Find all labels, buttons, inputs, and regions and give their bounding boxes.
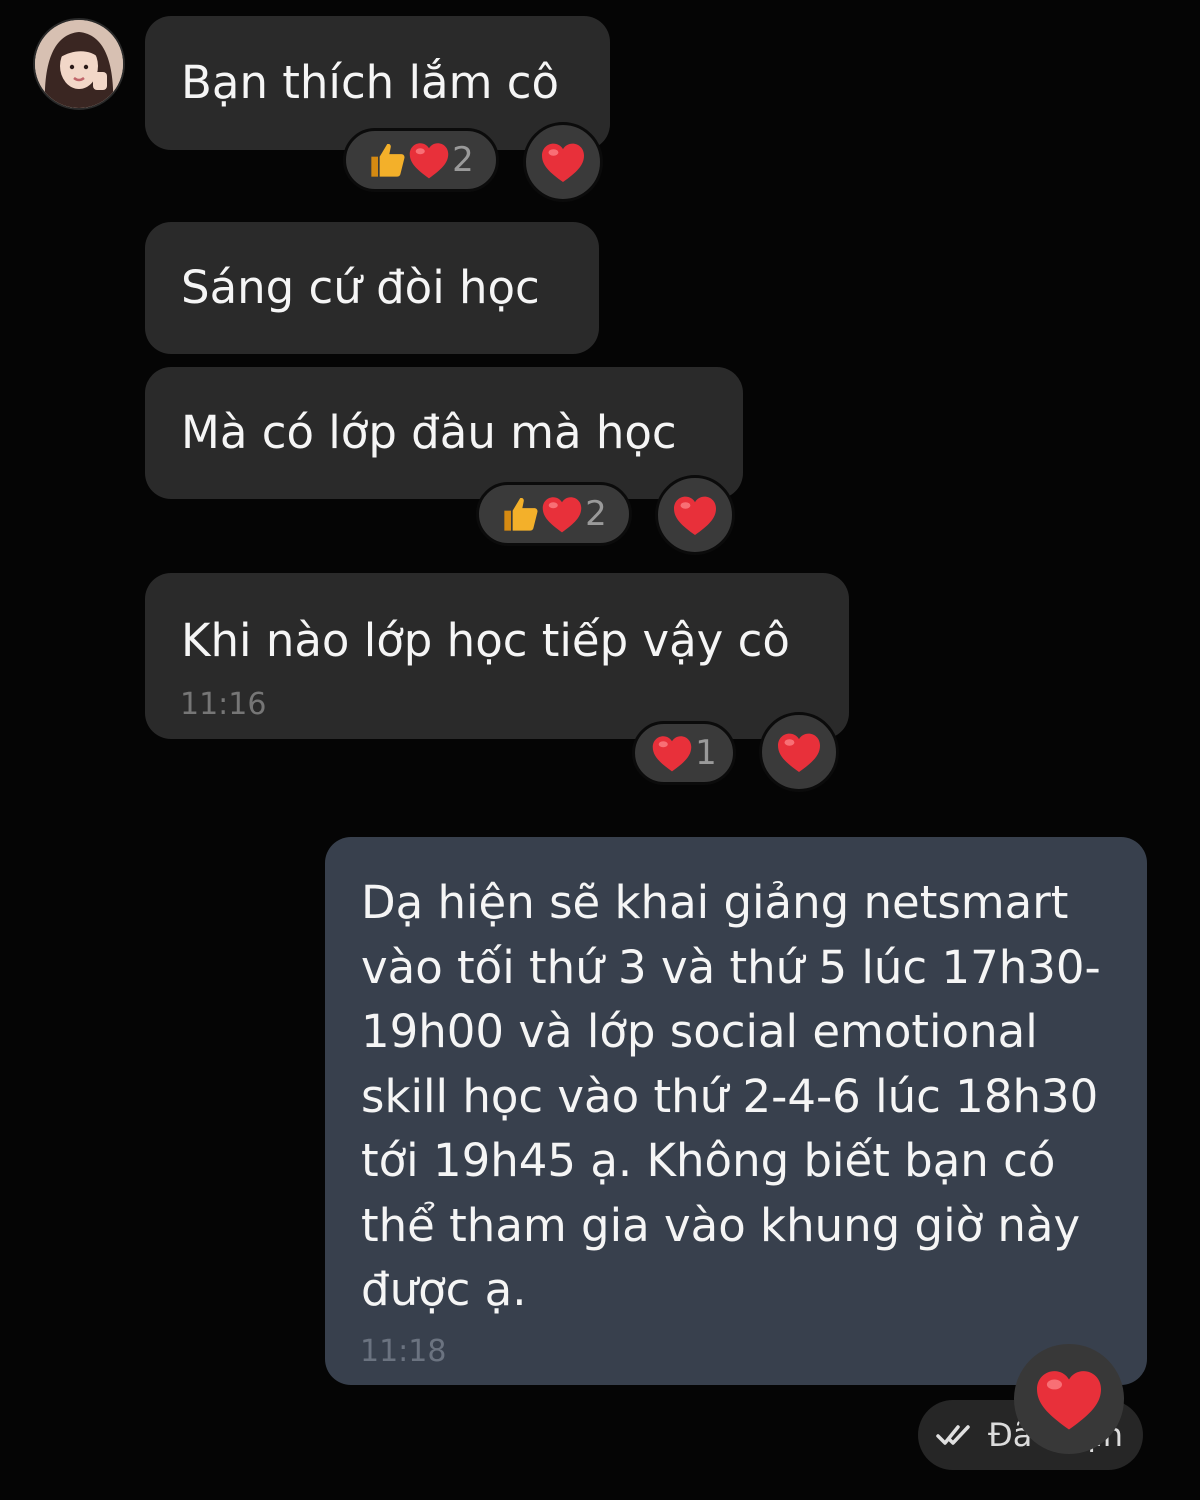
reaction-summary[interactable]: 1 [632,721,736,785]
message-timestamp: 11:16 [180,687,267,722]
message-text: Sáng cứ đòi học [181,261,540,314]
reaction-summary[interactable]: 2 [343,128,499,192]
message-text: Mà có lớp đâu mà học [181,406,677,459]
incoming-message-bubble[interactable]: Sáng cứ đòi học [145,222,599,354]
heart-icon [651,733,693,773]
heart-icon [1034,1367,1104,1431]
message-text: Dạ hiện sẽ khai giảng netsmart vào tối t… [361,876,1101,1316]
heart-icon [672,494,718,536]
heart-icon [540,141,586,183]
react-heart-button[interactable] [759,712,839,792]
react-heart-button[interactable] [523,122,603,202]
reply-heart-reaction[interactable] [1014,1344,1124,1454]
thumbs-up-icon [368,140,408,180]
message-timestamp: 11:18 [360,1334,447,1369]
message-text: Bạn thích lắm cô [181,56,559,109]
reaction-count: 1 [695,733,717,773]
double-check-icon [936,1425,970,1445]
reaction-count: 2 [585,494,607,534]
reaction-summary[interactable]: 2 [476,482,632,546]
react-heart-button[interactable] [655,475,735,555]
incoming-message-bubble[interactable]: Mà có lớp đâu mà học [145,367,743,499]
outgoing-message-bubble[interactable]: Dạ hiện sẽ khai giảng netsmart vào tối t… [325,837,1147,1385]
avatar-image [35,20,123,108]
avatar[interactable] [33,18,125,110]
thumbs-up-icon [501,494,541,534]
heart-icon [541,494,583,534]
heart-icon [776,731,822,773]
reaction-count: 2 [452,140,474,180]
heart-icon [408,140,450,180]
message-text: Khi nào lớp học tiếp vậy cô [181,614,790,667]
